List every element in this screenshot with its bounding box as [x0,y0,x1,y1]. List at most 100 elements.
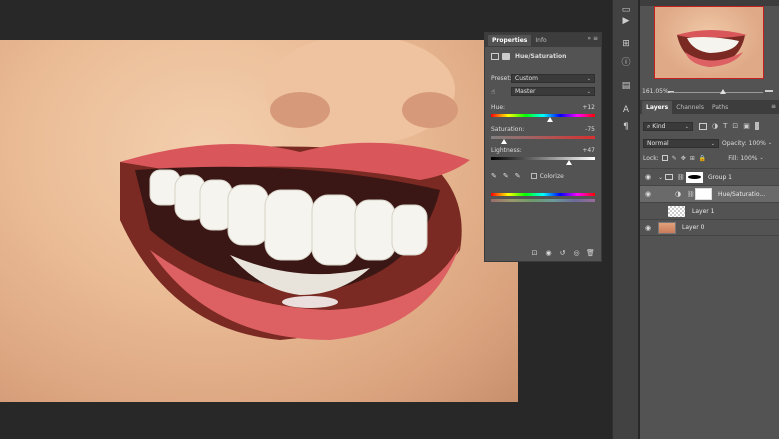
paragraph-icon[interactable]: ¶ [620,121,632,133]
chevron-down-icon: ⌄ [586,76,591,82]
layer-row-hue-saturation[interactable]: ◉ ◑ ⛓ Hue/Saturatio... [640,185,779,202]
chevron-down-icon[interactable]: ⌄ [658,174,663,181]
zoom-level[interactable]: 161.05% [642,88,669,95]
hue-label: Hue: [491,104,506,111]
filter-type-icon[interactable]: T [723,122,727,130]
layers-panel: Layers Channels Paths ≡ ⌕ Kind ⌄ ◑ T ⊡ ▣ [640,100,779,439]
group-mask-thumbnail[interactable] [686,171,703,183]
visibility-eye-icon[interactable]: ◉ [643,224,653,232]
layer-thumbnail[interactable] [668,205,685,217]
hue-slider-thumb[interactable] [547,117,554,122]
zoom-in-icon[interactable] [765,86,773,92]
filter-shape-icon[interactable]: ⊡ [732,122,738,130]
tab-paths[interactable]: Paths [708,101,732,114]
navigator-preview[interactable] [654,6,764,79]
photoshop-window: Properties Info » ≡ Hue/Saturation Prese… [0,0,779,439]
filter-smart-object-icon[interactable]: ▣ [743,122,750,130]
filter-toggle-icon[interactable] [754,122,759,130]
layer-row-layer0[interactable]: ◉ Layer 0 [640,219,779,236]
visibility-eye-icon[interactable]: ◉ [643,190,653,198]
eyedropper-plus-icon[interactable]: ✎ [503,172,509,180]
adjustments-icon[interactable]: ⊞ [620,38,632,50]
colorize-label: Colorize [539,172,564,180]
chevron-down-icon: ⌄ [710,140,715,147]
layer-name: Group 1 [708,173,732,181]
panel-icon-strip: ▭ ▶ ⊞ ⓘ ▤ A ¶ [612,0,638,439]
layer-row-group[interactable]: ◉ ⌄ ⛓ Group 1 [640,168,779,185]
character-icon[interactable]: A [620,104,632,116]
panel-menu-icon[interactable]: ≡ [771,103,776,110]
targeted-adjustment-hand-icon[interactable]: ☝ [491,88,511,96]
reset-icon[interactable]: ↺ [558,249,567,257]
photo-smile[interactable] [0,40,518,402]
trash-icon[interactable]: 🗑 [586,249,595,257]
lightness-value[interactable]: +47 [582,147,595,154]
tab-channels[interactable]: Channels [672,101,708,114]
properties-tabbar: Properties Info » ≡ [485,33,601,47]
filter-pixel-icon[interactable] [699,122,707,130]
chevron-down-icon[interactable]: ⌄ [768,140,772,146]
preset-select[interactable]: Custom ⌄ [511,74,595,83]
view-previous-icon[interactable]: ◉ [544,249,553,257]
mask-icon [502,53,510,60]
lock-position-icon[interactable]: ✥ [681,155,686,162]
tab-layers[interactable]: Layers [642,100,673,114]
zoom-slider-thumb[interactable] [720,89,726,94]
blend-row: Normal ⌄ Opacity: 100% ⌄ [643,138,777,148]
opacity-label: Opacity: [722,139,747,147]
chain-link-icon[interactable]: ⛓ [687,191,695,198]
chevron-down-icon: ⌄ [684,123,689,130]
panel-menu-icon[interactable]: » ≡ [587,35,598,42]
filter-kind-value: Kind [652,122,666,130]
lock-pixels-icon[interactable]: ✎ [672,155,677,162]
layer-row-layer1[interactable]: Layer 1 [640,202,779,219]
visibility-eye-icon[interactable]: ◉ [643,173,653,181]
channel-value: Master [515,88,536,95]
channel-select[interactable]: Master ⌄ [511,87,595,96]
folder-icon [665,174,673,180]
tab-properties[interactable]: Properties [488,34,532,46]
fill-value[interactable]: 100% [740,155,757,162]
preset-row: Preset: Custom ⌄ [491,74,595,83]
info-icon[interactable]: ⓘ [620,57,632,69]
lightness-slider-thumb[interactable] [566,160,573,165]
chain-link-icon[interactable]: ⛓ [677,174,685,181]
colorize-checkbox[interactable] [530,173,537,179]
saturation-slider-thumb[interactable] [500,139,507,144]
navigator-panel: 161.05% [640,0,779,100]
eyedropper-icon[interactable]: ✎ [491,172,497,180]
layer-mask-thumbnail[interactable] [695,188,712,200]
opacity-value[interactable]: 100% [749,140,766,147]
adjustment-layer-icon: ◑ [675,190,682,198]
channel-row: ☝ Master ⌄ [491,87,595,96]
color-range-bar-top [491,193,595,196]
blend-mode-select[interactable]: Normal ⌄ [643,138,719,148]
fill-label: Fill: [728,154,739,162]
properties-footer: ⊡ ◉ ↺ ◎ 🗑 [485,249,601,257]
color-range-bar-bottom [491,199,595,202]
layer-name: Layer 0 [682,224,705,231]
tab-info[interactable]: Info [531,35,550,46]
lock-artboard-icon[interactable]: ⊞ [690,155,695,162]
visibility-eye-icon[interactable]: ◎ [572,249,581,257]
clip-to-layer-icon[interactable]: ⊡ [530,249,539,257]
layer-comps-icon[interactable]: ▤ [620,80,632,92]
layer-thumbnail[interactable] [658,221,676,234]
eyedropper-minus-icon[interactable]: ✎ [515,172,521,180]
chevron-down-icon[interactable]: ⌄ [759,155,763,161]
properties-panel: Properties Info » ≡ Hue/Saturation Prese… [484,32,602,262]
filter-kind-select[interactable]: ⌕ Kind ⌄ [643,121,693,131]
zoom-slider-track [670,92,763,93]
play-icon[interactable]: ▶ [620,15,632,27]
adjustment-layer-icon [491,53,499,60]
smile-artwork [120,40,470,340]
adjustment-title: Hue/Saturation [515,53,567,60]
filter-row: ⌕ Kind ⌄ ◑ T ⊡ ▣ [643,121,777,131]
saturation-value[interactable]: -75 [585,126,595,133]
hue-value[interactable]: +12 [582,104,595,111]
lock-transparent-icon[interactable] [661,155,668,161]
layer-name: Hue/Saturatio... [718,190,766,198]
lock-all-icon[interactable]: 🔒 [699,155,706,162]
blend-mode-value: Normal [647,139,669,147]
filter-adjustment-icon[interactable]: ◑ [712,122,718,130]
